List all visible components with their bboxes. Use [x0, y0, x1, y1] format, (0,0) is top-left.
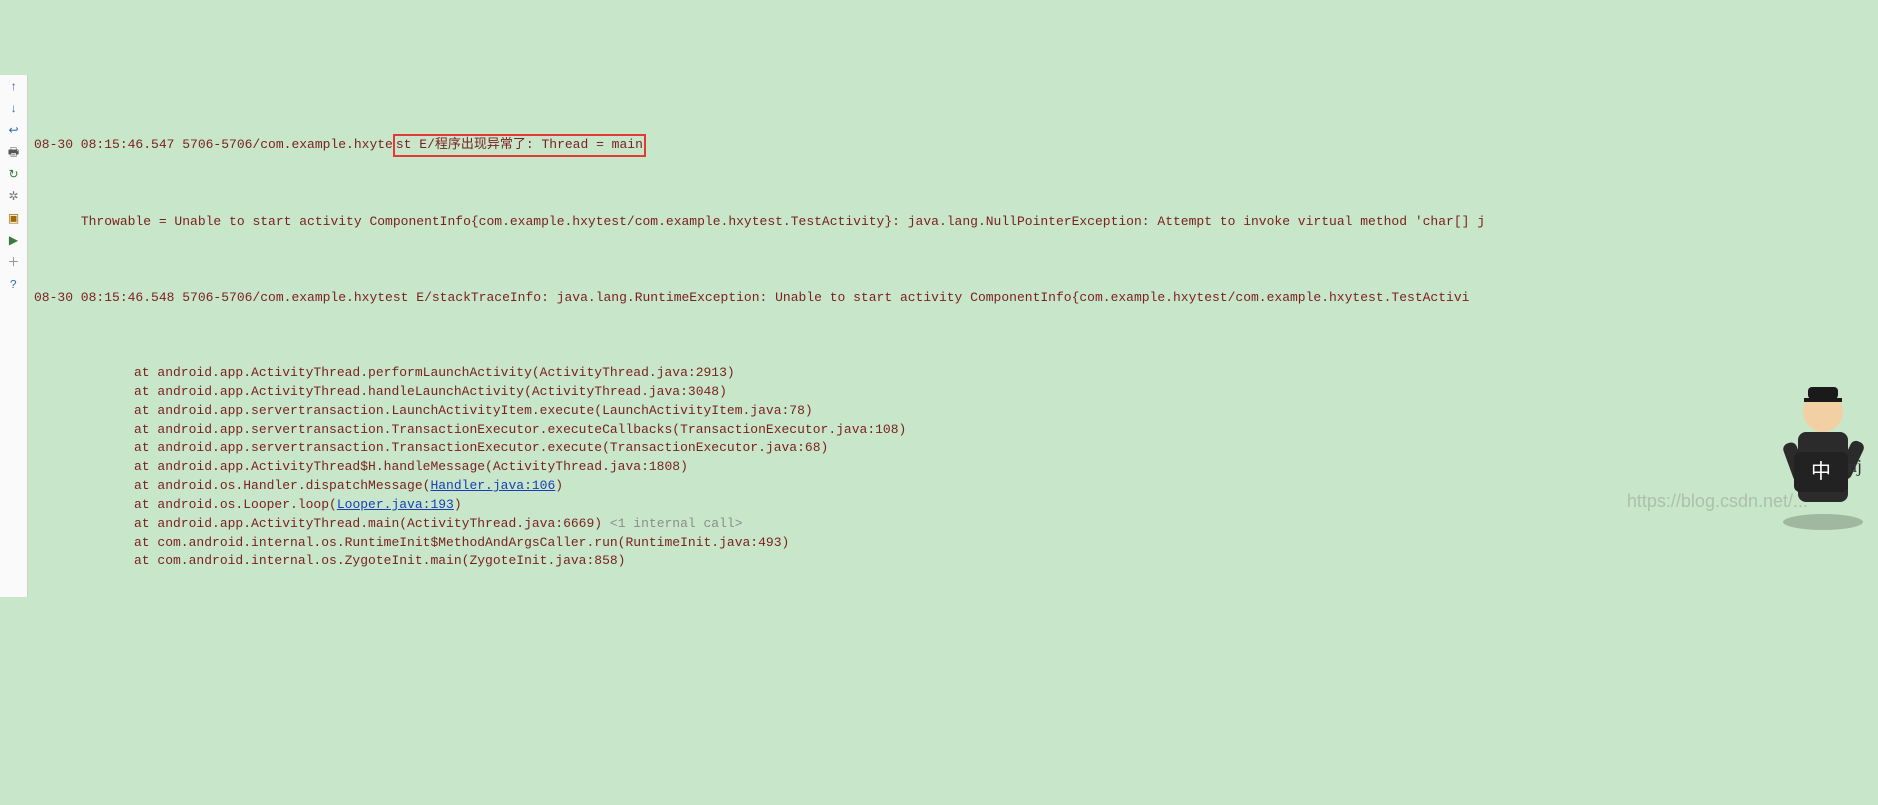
stack-frame: at android.os.Looper.loop(Looper.java:19… — [34, 496, 1878, 515]
log-text: at android.app.ActivityThread.performLau… — [134, 365, 735, 380]
log-text: at android.app.ActivityThread$H.handleMe… — [134, 459, 688, 474]
gutter-toolbar: ↑ ↓ ↩ 🖶 ↻ ✲ ▣ ▶ ＋? — [0, 75, 28, 597]
log-text: at android.app.servertransaction.Transac… — [134, 422, 906, 437]
log-text: ) — [454, 497, 462, 512]
camera-icon[interactable]: ▣ — [6, 211, 22, 227]
settings-icon[interactable]: ✲ — [6, 189, 22, 205]
stack-frame: at com.android.internal.os.RuntimeInit$M… — [34, 534, 1878, 553]
watermark-text: https://blog.csdn.net/... — [1627, 488, 1808, 514]
log-text: 08-30 08:15:46.547 5706-5706/com.example… — [34, 137, 393, 152]
log-text: Throwable = Unable to start activity Com… — [81, 214, 1485, 229]
ime-badge[interactable]: 中 — [1794, 452, 1848, 492]
stack-frame: at android.app.servertransaction.Transac… — [34, 439, 1878, 458]
log-line: 08-30 08:15:46.547 5706-5706/com.example… — [34, 134, 1878, 157]
source-link[interactable]: Looper.java:193 — [337, 497, 454, 512]
log-line: 08-30 08:15:46.548 5706-5706/com.example… — [34, 289, 1878, 308]
profiler-icon[interactable]: ▶ — [6, 233, 22, 249]
arrow-up-icon[interactable]: ↑ — [6, 79, 22, 95]
log-text: at com.android.internal.os.ZygoteInit.ma… — [134, 553, 625, 568]
log-text: ) — [555, 478, 563, 493]
log-text: at com.android.internal.os.RuntimeInit$M… — [134, 535, 789, 550]
stack-frame: at android.app.ActivityThread$H.handleMe… — [34, 458, 1878, 477]
stack-frame: at android.app.ActivityThread.performLau… — [34, 364, 1878, 383]
stack-frame: at android.app.servertransaction.LaunchA… — [34, 402, 1878, 421]
arrow-down-icon[interactable]: ↓ — [6, 101, 22, 117]
log-text: at android.app.servertransaction.Transac… — [134, 440, 828, 455]
wrap-icon[interactable]: ↩ — [6, 123, 22, 139]
log-line: Throwable = Unable to start activity Com… — [34, 213, 1878, 232]
print-icon[interactable]: 🖶 — [6, 145, 22, 161]
restart-icon[interactable]: ↻ — [6, 167, 22, 183]
highlight-thread-main: st E/程序出现异常了: Thread = main — [393, 134, 646, 157]
logcat-output: 08-30 08:15:46.547 5706-5706/com.example… — [28, 75, 1878, 597]
log-text: at android.app.ActivityThread.main(Activ… — [134, 516, 610, 531]
log-text: at android.os.Handler.dispatchMessage( — [134, 478, 430, 493]
help-icon[interactable]: ? — [6, 277, 22, 293]
log-text: at android.os.Looper.loop( — [134, 497, 337, 512]
log-indent — [34, 214, 81, 229]
stack-frame: at com.android.internal.os.ZygoteInit.ma… — [34, 552, 1878, 571]
log-text: at android.app.ActivityThread.handleLaun… — [134, 384, 727, 399]
collapsed-frames[interactable]: <1 internal call> — [610, 516, 743, 531]
stack-frame: at android.app.ActivityThread.main(Activ… — [34, 515, 1878, 534]
stack-frame: at android.os.Handler.dispatchMessage(Ha… — [34, 477, 1878, 496]
stack-frame: at android.app.servertransaction.Transac… — [34, 421, 1878, 440]
add-icon[interactable]: ＋ — [6, 255, 22, 271]
log-text: 08-30 08:15:46.548 5706-5706/com.example… — [34, 290, 1469, 305]
source-link[interactable]: Handler.java:106 — [430, 478, 555, 493]
log-text: at android.app.servertransaction.LaunchA… — [134, 403, 813, 418]
stack-frame: at android.app.ActivityThread.handleLaun… — [34, 383, 1878, 402]
